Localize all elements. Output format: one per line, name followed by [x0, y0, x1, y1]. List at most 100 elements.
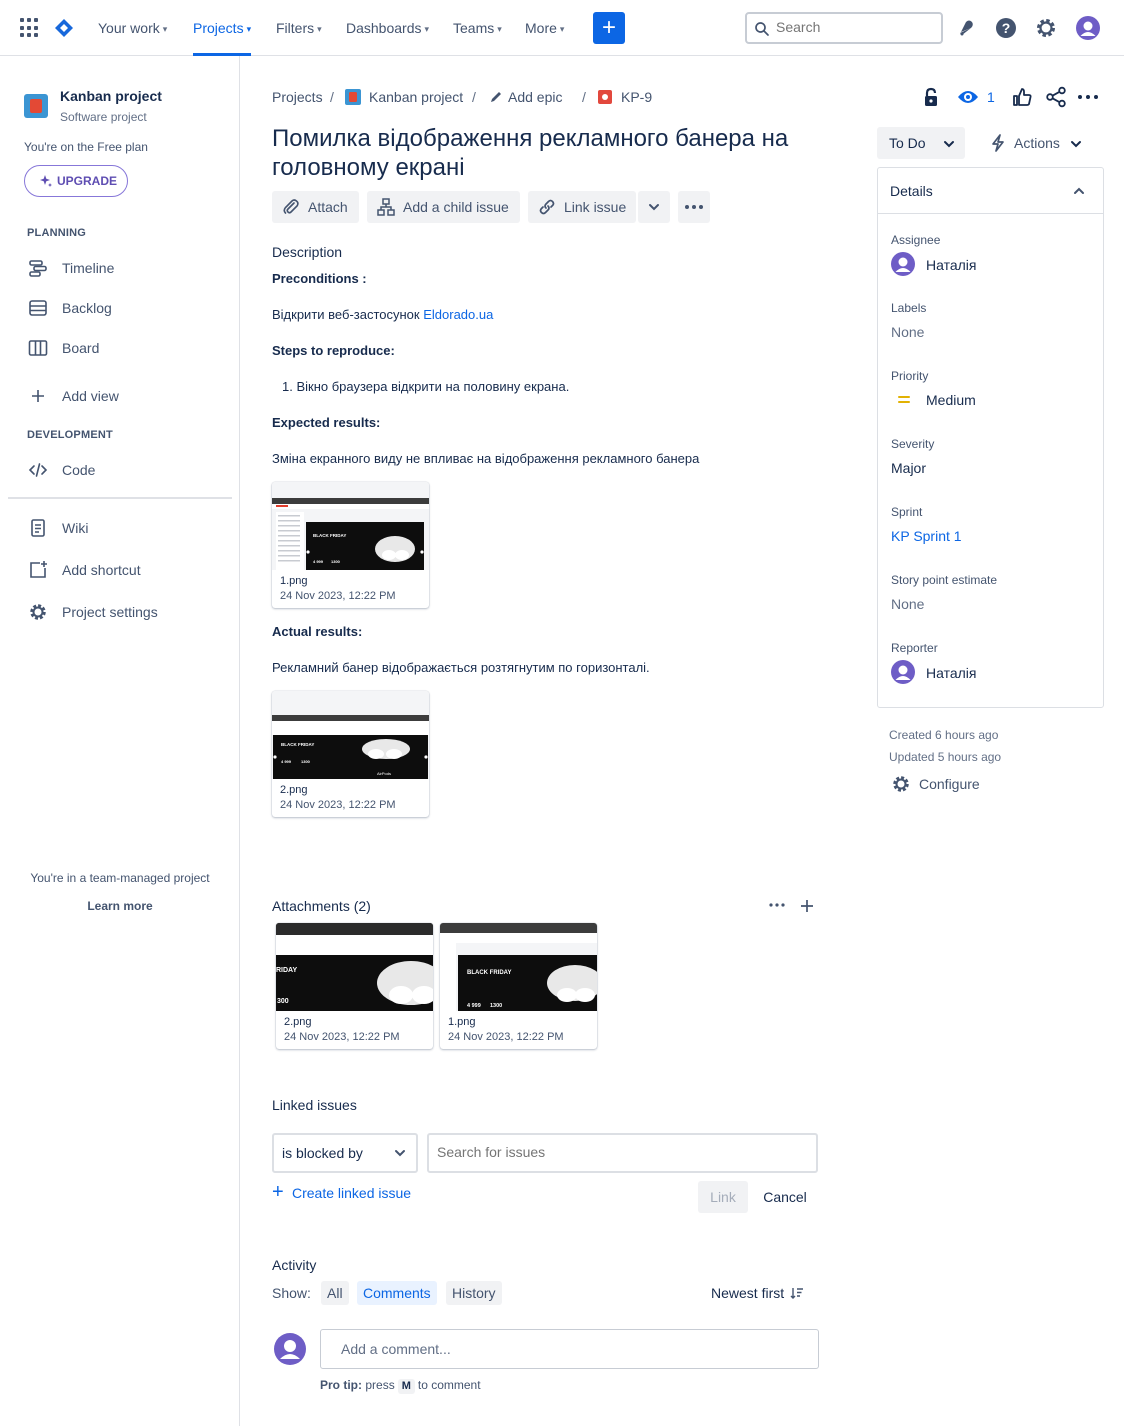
lock-icon[interactable] [921, 87, 941, 107]
priority-label: Priority [891, 369, 929, 383]
watch-icon[interactable] [957, 88, 979, 106]
learn-more-link[interactable]: Learn more [0, 899, 240, 913]
watchers-count[interactable]: 1 [987, 89, 995, 105]
thumb-label: 1300 [331, 559, 341, 564]
screenshot-thumbnail: BLACK FRIDAY 4 999 1300 [272, 482, 429, 570]
steps-heading: Steps to reproduce: [272, 343, 395, 358]
labels-value[interactable]: None [891, 324, 924, 340]
details-panel: Details Assignee Наталія Labels None Pri… [877, 167, 1104, 708]
upgrade-button[interactable]: UPGRADE [24, 165, 128, 197]
attachment-filename: 1.png [448, 1016, 476, 1028]
reporter-value[interactable]: Наталія [926, 665, 977, 681]
app-switcher-icon[interactable] [20, 18, 40, 38]
details-header[interactable]: Details [878, 168, 1103, 214]
issue-search-input[interactable] [437, 1144, 807, 1160]
filter-history[interactable]: History [446, 1281, 502, 1305]
breadcrumb-projects[interactable]: Projects [272, 88, 323, 106]
sidebar-item-code[interactable]: Code [24, 454, 224, 486]
sidebar-item-backlog[interactable]: Backlog [24, 292, 224, 324]
assignee-value[interactable]: Наталія [926, 257, 977, 273]
profile-avatar-icon[interactable] [1076, 16, 1100, 40]
more-icon[interactable] [1078, 95, 1098, 99]
linked-issues-title: Linked issues [272, 1097, 357, 1113]
actual-attachment-card[interactable]: BLACK FRIDAY 4 999 1300 AirPods 2.png 24… [272, 691, 429, 817]
cancel-button[interactable]: Cancel [754, 1181, 816, 1213]
more-actions-button[interactable] [678, 191, 710, 223]
preconditions-heading: Preconditions : [272, 271, 367, 286]
search-icon [755, 22, 769, 36]
attach-button[interactable]: Attach [272, 191, 359, 223]
priority-value[interactable]: Medium [926, 392, 976, 408]
assignee-avatar-icon [891, 252, 915, 276]
nav-filters[interactable]: Filters ▾ [276, 0, 322, 56]
attachment-date: 24 Nov 2023, 12:22 PM [280, 799, 396, 811]
create-linked-issue-button[interactable]: Create linked issue [272, 1181, 411, 1204]
sort-order-button[interactable]: Newest first [711, 1285, 804, 1301]
share-icon[interactable] [1045, 86, 1067, 108]
settings-icon[interactable] [1034, 16, 1058, 40]
search-box[interactable] [745, 12, 943, 44]
sidebar-item-wiki[interactable]: Wiki [24, 512, 224, 544]
add-shortcut-icon [30, 561, 47, 578]
attachment-card[interactable]: BLACK FRIDAY 4 999 1300 1.png 24 Nov 202… [440, 923, 597, 1049]
actions-dropdown[interactable]: Actions [978, 127, 1090, 159]
chevron-down-icon [395, 1150, 405, 1157]
board-icon [28, 340, 48, 356]
issue-title[interactable]: Помилка відображення рекламного банера н… [272, 124, 832, 182]
pencil-icon [491, 92, 501, 102]
screenshot-thumbnail: BLACK FRIDAY 4 999 1300 AirPods [272, 691, 429, 779]
sidebar-item-add-view[interactable]: Add view [24, 380, 224, 412]
add-child-issue-button[interactable]: Add a child issue [367, 191, 520, 223]
expected-attachment-card[interactable]: BLACK FRIDAY 4 999 1300 1.png 24 Nov 202… [272, 482, 429, 608]
timeline-icon [29, 260, 47, 277]
sidebar-item-add-shortcut[interactable]: Add shortcut [24, 554, 224, 586]
created-time: Created 6 hours ago [889, 728, 999, 742]
settings-icon [893, 776, 909, 792]
project-avatar-icon[interactable] [24, 94, 48, 118]
link-type-select[interactable]: is blocked by [272, 1133, 418, 1173]
issue-search-field[interactable] [427, 1133, 818, 1173]
add-attachment-icon[interactable] [799, 898, 815, 914]
chevron-up-icon [1074, 187, 1084, 194]
create-button[interactable]: + [593, 12, 625, 44]
help-icon[interactable]: ? [994, 16, 1018, 40]
sidebar-item-project-settings[interactable]: Project settings [24, 596, 224, 628]
comment-input[interactable]: Add a comment... [320, 1329, 819, 1369]
project-avatar-icon [345, 89, 361, 105]
notifications-icon[interactable] [954, 16, 978, 40]
story-points-value[interactable]: None [891, 596, 924, 612]
link-issue-button[interactable]: Link issue [528, 191, 636, 223]
more-icon [685, 205, 703, 209]
breadcrumb-issue-key[interactable]: KP-9 [621, 88, 652, 106]
jira-logo-icon[interactable] [54, 18, 74, 38]
story-points-label: Story point estimate [891, 573, 998, 587]
more-icon[interactable] [769, 903, 785, 907]
attachment-card[interactable]: RIDAY 300 2.png 24 Nov 2023, 12:22 PM [276, 923, 433, 1049]
sidebar-item-timeline[interactable]: Timeline [24, 252, 224, 284]
thumb-label: RIDAY [276, 967, 297, 974]
breadcrumb-project[interactable]: Kanban project [369, 88, 463, 106]
sidebar-item-board[interactable]: Board [24, 332, 224, 364]
link-issue-dropdown[interactable] [638, 191, 670, 223]
actual-heading: Actual results: [272, 624, 363, 639]
configure-button[interactable]: Configure [891, 774, 980, 794]
eldorado-link[interactable]: Eldorado.ua [423, 307, 493, 322]
project-name[interactable]: Kanban project [60, 88, 162, 104]
link-button[interactable]: Link [698, 1181, 748, 1213]
search-input[interactable] [776, 19, 936, 35]
nav-dashboards[interactable]: Dashboards ▾ [346, 0, 429, 56]
nav-teams[interactable]: Teams ▾ [453, 0, 502, 56]
status-dropdown[interactable]: To Do [877, 127, 965, 159]
nav-more[interactable]: More ▾ [525, 0, 564, 56]
development-heading: DEVELOPMENT [27, 429, 113, 441]
filter-all[interactable]: All [321, 1281, 349, 1305]
like-icon[interactable] [1011, 86, 1033, 108]
sprint-value[interactable]: KP Sprint 1 [891, 528, 962, 544]
nav-your-work[interactable]: Your work ▾ [98, 0, 167, 56]
child-issue-icon [377, 198, 395, 216]
breadcrumb-add-epic[interactable]: Add epic [508, 88, 562, 106]
filter-comments[interactable]: Comments [357, 1281, 437, 1305]
nav-projects[interactable]: Projects ▾ [193, 0, 252, 56]
severity-value[interactable]: Major [891, 460, 926, 476]
thumb-label: 4 999 [313, 559, 324, 564]
